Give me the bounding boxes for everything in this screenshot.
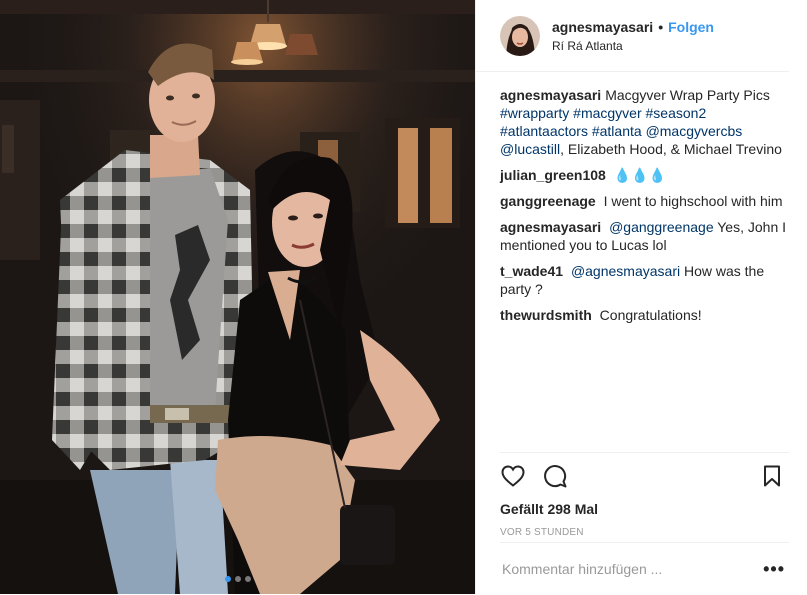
mention-link[interactable]: @ganggreenage <box>609 219 714 235</box>
post-photo[interactable] <box>0 0 475 594</box>
post-details-panel: agnesmayasari • Folgen Rí Rá Atlanta agn… <box>475 0 807 594</box>
hashtag-link[interactable]: #wrapparty <box>500 105 569 121</box>
more-options-icon[interactable]: ••• <box>763 559 785 580</box>
photo-illustration <box>0 0 475 594</box>
carousel-dot-3[interactable] <box>244 576 251 582</box>
comment-item: ganggreenage I went to highschool with h… <box>500 192 789 210</box>
comment-item: t_wade41 @agnesmayasari How was the part… <box>500 262 789 298</box>
hashtag-link[interactable]: #atlanta <box>592 123 642 139</box>
comment-username[interactable]: thewurdsmith <box>500 307 592 323</box>
add-comment-bar: ••• <box>500 542 789 595</box>
caption-username[interactable]: agnesmayasari <box>500 87 601 103</box>
hashtag-link[interactable]: #atlantaactors <box>500 123 588 139</box>
comment-username[interactable]: julian_green108 <box>500 167 606 183</box>
caption: agnesmayasari Macgyver Wrap Party Pics #w… <box>500 86 789 158</box>
post-timestamp: VOR 5 STUNDEN <box>500 527 584 538</box>
carousel-indicator[interactable] <box>0 576 475 582</box>
comment-item: agnesmayasari @ganggreenage Yes, John I … <box>500 218 789 254</box>
instagram-post: agnesmayasari • Folgen Rí Rá Atlanta agn… <box>0 0 807 594</box>
comment-text: I went to highschool with him <box>603 193 783 209</box>
comment-item: julian_green108 💧💧💧 <box>500 166 789 184</box>
post-header: agnesmayasari • Folgen Rí Rá Atlanta <box>476 0 789 72</box>
action-icons-row <box>500 453 789 499</box>
comment-username[interactable]: t_wade41 <box>500 263 563 279</box>
bookmark-icon[interactable] <box>759 463 785 489</box>
follow-button[interactable]: Folgen <box>668 18 714 36</box>
caption-tail: , Elizabeth Hood, & Michael Trevino <box>560 141 782 157</box>
hashtag-link[interactable]: #season2 <box>646 105 707 121</box>
hashtag-link[interactable]: #macgyver <box>573 105 641 121</box>
comment-text: 💧💧💧 <box>613 167 667 183</box>
post-actions: Gefällt 298 Mal VOR 5 STUNDEN <box>500 452 789 538</box>
mention-link[interactable]: @agnesmayasari <box>571 263 680 279</box>
comments-list: agnesmayasari Macgyver Wrap Party Pics #w… <box>476 72 807 324</box>
carousel-dot-1[interactable] <box>224 576 231 582</box>
likes-count[interactable]: Gefällt 298 Mal <box>500 501 789 517</box>
caption-text: Macgyver Wrap Party Pics <box>605 87 770 103</box>
comment-username[interactable]: ganggreenage <box>500 193 596 209</box>
comment-bubble-icon[interactable] <box>542 463 568 489</box>
comment-text: Congratulations! <box>599 307 702 323</box>
header-separator: • <box>658 19 664 35</box>
carousel-dot-2[interactable] <box>234 576 241 582</box>
comment-username[interactable]: agnesmayasari <box>500 219 601 235</box>
mention-link[interactable]: @lucastill <box>500 141 560 157</box>
avatar[interactable] <box>500 16 540 56</box>
comment-item: thewurdsmith Congratulations! <box>500 306 789 324</box>
heart-icon[interactable] <box>500 463 526 489</box>
location-link[interactable]: Rí Rá Atlanta <box>552 39 714 53</box>
mention-link[interactable]: @macgyvercbs <box>646 123 743 139</box>
header-username[interactable]: agnesmayasari <box>552 18 653 36</box>
comment-input[interactable] <box>500 560 764 578</box>
